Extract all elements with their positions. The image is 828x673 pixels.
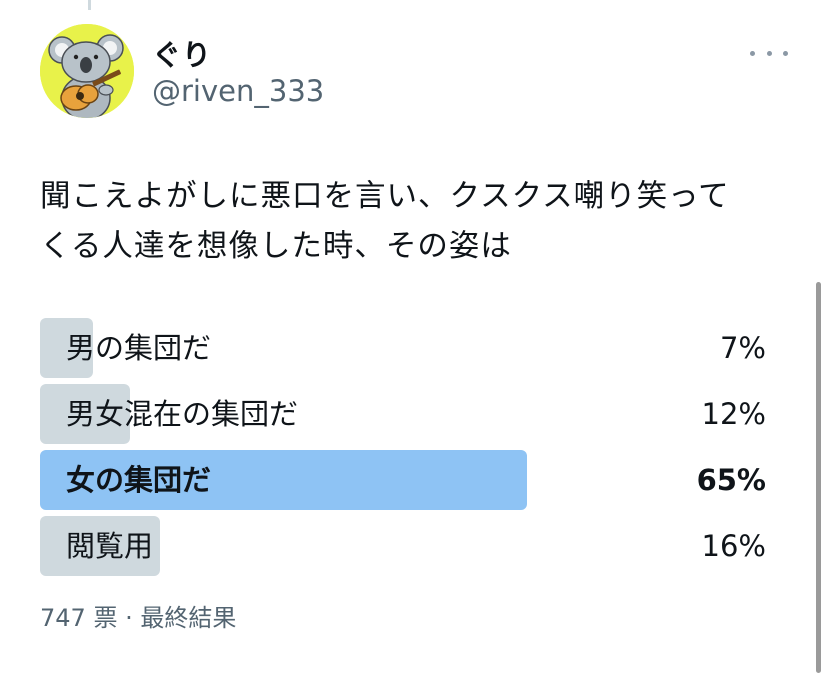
avatar[interactable]: [40, 24, 134, 118]
poll-option-percent: 16%: [701, 529, 766, 563]
tweet: ぐり @riven_333 聞こえよがしに悪口を言い、クスクス嘲り笑って くる人…: [0, 0, 828, 673]
more-dot-icon: [766, 50, 772, 56]
poll-option-percent: 7%: [719, 331, 766, 365]
poll-option-winner: 女の集団だ 65%: [40, 450, 766, 510]
poll-option: 閲覧用 16%: [40, 516, 766, 576]
poll-option: 男女混在の集団だ 12%: [40, 384, 766, 444]
author-handle[interactable]: @riven_333: [152, 74, 324, 108]
scrollbar-thumb[interactable]: [816, 282, 821, 673]
tweet-text-line: 聞こえよがしに悪口を言い、クスクス嘲り笑って: [40, 179, 730, 214]
more-dot-icon: [750, 50, 755, 56]
koala-with-guitar-avatar-icon: [40, 24, 134, 118]
thread-connector-line: [88, 0, 91, 10]
poll-vote-summary: 747 票 · 最終結果: [40, 604, 237, 632]
poll-option-label: 男女混在の集団だ: [66, 397, 299, 431]
poll-option: 男の集団だ 7%: [40, 318, 766, 378]
tweet-text: 聞こえよがしに悪口を言い、クスクス嘲り笑って くる人達を想像した時、その姿は: [40, 172, 800, 272]
poll-option-percent: 65%: [696, 463, 766, 497]
poll-option-percent: 12%: [701, 397, 766, 431]
poll-option-label: 男の集団だ: [66, 331, 212, 365]
poll-option-label: 閲覧用: [66, 529, 154, 563]
more-options-button[interactable]: [750, 40, 788, 66]
author-display-name[interactable]: ぐり: [152, 32, 212, 74]
more-dot-icon: [783, 50, 788, 56]
poll: 男の集団だ 7% 男女混在の集団だ 12% 女の集団だ 65% 閲覧用 16%: [40, 318, 766, 582]
poll-option-label: 女の集団だ: [66, 463, 212, 497]
tweet-text-line: くる人達を想像した時、その姿は: [40, 229, 512, 264]
